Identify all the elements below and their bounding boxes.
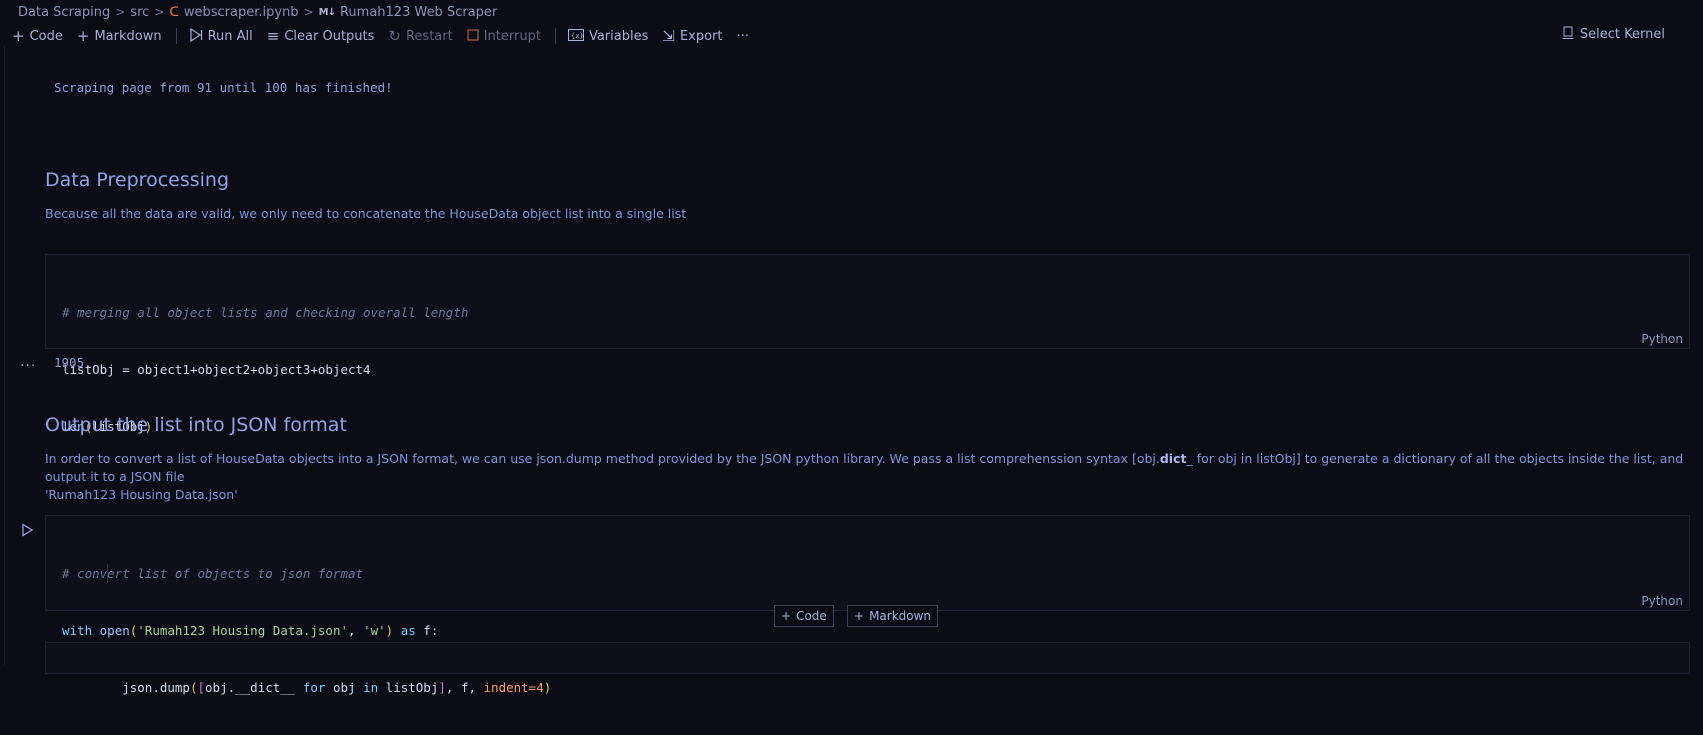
code-string: 'Rumah123 Housing Data.json' [137, 623, 348, 638]
toolbar-divider [554, 28, 556, 44]
variables-icon: {x} [567, 28, 584, 44]
paragraph-text: In order to convert a list of HouseData … [45, 451, 1160, 466]
add-markdown-button[interactable]: + Markdown [76, 26, 162, 45]
code-fn: json.dump [122, 680, 190, 695]
gutter-line [4, 46, 5, 665]
output-collapse-marker[interactable]: ... [20, 354, 36, 370]
code-editor[interactable]: # convert list of objects to json format… [62, 526, 551, 735]
variables-button[interactable]: {x} Variables [567, 28, 649, 44]
select-kernel-button[interactable]: Select Kernel [1562, 26, 1665, 43]
run-cell-icon[interactable] [20, 522, 34, 537]
clear-all-icon: ≡ [266, 26, 280, 45]
cell-language-label[interactable]: Python [1641, 594, 1683, 608]
notebook-header: Data Scraping > src > ᑕ webscraper.ipynb… [0, 0, 1703, 46]
code-cell-merge[interactable]: # merging all object lists and checking … [45, 254, 1690, 434]
export-icon: ⇲ [662, 26, 675, 45]
plus-icon: + [76, 26, 90, 45]
breadcrumb-item-src[interactable]: src [130, 5, 149, 20]
insert-markdown-label: Markdown [869, 609, 932, 623]
plus-icon: + [12, 26, 25, 45]
paragraph-preprocessing: Because all the data are valid, we only … [45, 206, 687, 221]
code-comment: # merging all object lists and checking … [62, 305, 469, 320]
run-all-icon [189, 27, 203, 45]
paragraph-text: 'Rumah123 Housing Data.json' [45, 487, 238, 502]
breadcrumb: Data Scraping > src > ᑕ webscraper.ipynb… [18, 3, 497, 21]
code-var: obj [332, 680, 356, 695]
code-bracket: ] [438, 680, 446, 695]
code-line: listObj = object1+object2+object3+object… [62, 362, 371, 377]
code-cell-next[interactable] [45, 642, 1690, 674]
notebook-toolbar: + Code + Markdown Run All ≡ Clear Output… [12, 26, 1691, 46]
code-bracket: ) [543, 680, 552, 695]
code-var: f: [423, 623, 439, 638]
insert-code-cell-button[interactable]: + Code [774, 605, 834, 627]
code-cell-json[interactable]: # convert list of objects to json format… [45, 515, 1690, 695]
select-kernel-label: Select Kernel [1579, 27, 1665, 42]
cell-language-label[interactable]: Python [1641, 332, 1683, 346]
code-bracket: ) [385, 623, 394, 638]
svg-text:{x}: {x} [571, 32, 584, 40]
add-code-label: Code [29, 28, 63, 44]
code-line: with open('Rumah123 Housing Data.json', … [62, 623, 439, 638]
paragraph-output-json: In order to convert a list of HouseData … [45, 450, 1685, 504]
heading-data-preprocessing: Data Preprocessing [45, 169, 230, 191]
insert-markdown-cell-button[interactable]: + Markdown [847, 605, 939, 627]
paragraph-bold: dict [1159, 451, 1187, 466]
breadcrumb-separator: > [154, 5, 165, 19]
code-var: listObj [385, 680, 439, 695]
plus-icon: + [854, 609, 865, 623]
add-code-button[interactable]: + Code [12, 26, 63, 45]
cell-output-length: 1905 [54, 355, 85, 370]
code-keyword: as [400, 623, 416, 638]
code-args: , f, [445, 680, 484, 695]
stop-icon [467, 28, 479, 44]
code-line: json.dump([obj.__dict__ for obj in listO… [62, 678, 551, 697]
clear-outputs-label: Clear Outputs [284, 28, 375, 44]
cell-output-scraping: Scraping page from 91 until 100 has fini… [54, 80, 393, 95]
code-bracket: ( [189, 680, 198, 695]
restart-button[interactable]: ↻ Restart [388, 26, 453, 45]
code-bracket: [ [197, 680, 206, 695]
restart-label: Restart [405, 28, 453, 44]
breadcrumb-separator: > [115, 5, 126, 19]
export-button[interactable]: ⇲ Export [662, 26, 723, 45]
variables-label: Variables [588, 28, 649, 44]
kernel-icon [1562, 26, 1574, 43]
code-kwarg: indent=4 [483, 680, 544, 695]
restart-icon: ↻ [388, 26, 401, 45]
interrupt-button[interactable]: Interrupt [467, 29, 541, 44]
breadcrumb-item-notebook[interactable]: webscraper.ipynb [184, 5, 299, 20]
clear-outputs-button[interactable]: ≡ Clear Outputs [266, 26, 375, 45]
code-expr: obj.__dict__ [205, 680, 296, 695]
markdown-icon: M↓ [318, 6, 336, 18]
code-keyword: for [302, 680, 326, 695]
code-keyword: with [62, 623, 93, 638]
code-string: 'w' [363, 623, 386, 638]
code-comment: # convert list of objects to json format [62, 566, 364, 581]
run-all-button[interactable]: Run All [189, 27, 253, 45]
code-fn: open [99, 623, 130, 638]
notebook-file-icon: ᑕ [169, 4, 179, 20]
toolbar-divider [175, 28, 177, 44]
more-actions-button[interactable]: ··· [737, 29, 749, 44]
breadcrumb-separator: > [303, 5, 314, 19]
breadcrumb-item-section[interactable]: Rumah123 Web Scraper [340, 5, 497, 20]
run-all-label: Run All [207, 28, 253, 44]
plus-icon: + [781, 609, 792, 623]
code-keyword: in [363, 680, 379, 695]
interrupt-label: Interrupt [483, 28, 541, 44]
heading-output-json: Output the list into JSON format [45, 414, 347, 436]
export-label: Export [679, 28, 723, 44]
breadcrumb-item-data-scraping[interactable]: Data Scraping [18, 5, 110, 20]
more-actions-label: ··· [736, 28, 749, 44]
insert-code-label: Code [796, 609, 827, 623]
indent-guide [107, 564, 108, 583]
code-editor[interactable]: # merging all object lists and checking … [62, 265, 468, 474]
add-markdown-label: Markdown [94, 28, 162, 44]
